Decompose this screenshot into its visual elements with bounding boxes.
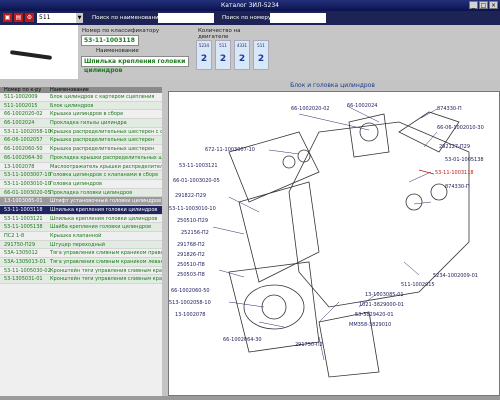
model-qty-card: 511 2 [253, 40, 269, 70]
callout-label[interactable]: 511-1002015 [401, 282, 435, 288]
list-item[interactable]: 511-1002015 Блок цилиндров [0, 101, 162, 111]
list-item[interactable]: 66-1002060-50 Крышка распределительных ше… [0, 145, 162, 154]
list-item[interactable]: 66-01-1003020-05 Прокладка головки цилинд… [0, 188, 162, 198]
list-item[interactable]: 53-11-1003010-10 Головка цилиндров [0, 180, 162, 189]
list-item-selected[interactable]: 53-11-1003118 Шпилька крепления головки ц… [0, 205, 162, 215]
callout-label[interactable]: 250510-П8 [177, 262, 205, 268]
callout-label[interactable]: 874330-П [437, 106, 462, 112]
callout-label[interactable]: 5234-1002009-01 [433, 273, 478, 279]
parts-list: 511-1002009 Блок цилиндров с картером сце… [0, 93, 162, 396]
list-item[interactable]: 66-06-1002057 Крышка распределительных ше… [0, 136, 162, 146]
list-item[interactable]: 53-11-1003007-10 Головка цилиндров с клап… [0, 171, 162, 180]
model-qty-card: 5234 2 [196, 40, 212, 70]
window-title: Каталог ЗИЛ-5234 [221, 2, 279, 9]
callout-label[interactable]: 250503-П8 [177, 272, 205, 278]
list-item[interactable]: ПС2 1-8 Крышка клапанной [0, 232, 162, 241]
app-window: Каталог ЗИЛ-5234 _ □ × ▣ ▤ ⚙ 511 ▼ Поиск… [0, 0, 500, 400]
status-bar [0, 396, 500, 400]
callout-label[interactable]: 291750-П2 [295, 342, 323, 348]
list-item[interactable]: 13-1003085-01 Штифт установочный головки … [0, 197, 162, 206]
maximize-button[interactable]: □ [479, 1, 488, 9]
callout-label[interactable]: 53-11-1003121 [179, 163, 218, 169]
part-info-panel: Номер по классификатору 53-11-1003118 На… [78, 25, 500, 79]
callout-label[interactable]: 66-1002024 [347, 103, 377, 109]
callout-label[interactable]: 66-06-1002010-30 [437, 125, 484, 131]
callout-label[interactable]: 53-3829420-01 [355, 312, 394, 318]
callout-label[interactable]: 252156-П2 [181, 230, 209, 236]
callout-label[interactable]: 66-1002060-50 [171, 288, 210, 294]
search-name-input[interactable] [158, 13, 214, 23]
callout-label[interactable]: 66-1002020-02 [291, 106, 330, 112]
diagram-title: Блок и головка цилиндров [290, 82, 375, 89]
list-item[interactable]: 53-11-1005138 Шайба крепления головки цил… [0, 223, 162, 232]
catalog-number-field: 53-11-1003118 [81, 35, 139, 46]
callout-label[interactable]: 13-1003085-01 [365, 292, 404, 298]
list-item[interactable]: 511-1002009 Блок цилиндров с картером сце… [0, 93, 162, 102]
callout-label[interactable]: 66-1002064-30 [223, 337, 262, 343]
list-item[interactable]: 53-11-1002058-10 Крышка распределительных… [0, 128, 162, 137]
callout-label[interactable]: 292127-П29 [439, 144, 470, 150]
callout-label[interactable]: ММ358-3829010 [349, 322, 391, 328]
exploded-diagram: 66-1002020-02 66-1002024 874330-П 672-11… [168, 91, 500, 396]
search-name-label: Поиск по наименованию [92, 15, 164, 21]
callout-label[interactable]: 13-1002078 [175, 312, 205, 318]
callout-label[interactable]: 291822-П29 [175, 193, 206, 199]
part-name-field: Шпилька крепления головки цилиндров [81, 56, 189, 74]
bolt-picture [9, 50, 53, 60]
title-bar: Каталог ЗИЛ-5234 _ □ × [0, 0, 500, 11]
list-item[interactable]: 53-1305031-01 Кронштейн тяги управления с… [0, 275, 162, 285]
model-qty-card: 4331 2 [234, 40, 250, 70]
close-button[interactable]: × [489, 1, 498, 9]
toolbar: ▣ ▤ ⚙ 511 ▼ Поиск по наименованию Поиск … [0, 11, 500, 25]
callout-label[interactable]: 874330-П [445, 184, 470, 190]
settings-icon[interactable]: ⚙ [25, 13, 34, 22]
callout-label[interactable]: 672-11-1003007-10 [205, 147, 255, 153]
callout-label[interactable]: 250510-П29 [177, 218, 208, 224]
callout-label[interactable]: 513-1002058-10 [169, 300, 211, 306]
list-item[interactable]: 53А-1305013-01 Тяга управления сливным кр… [0, 258, 162, 267]
list-item[interactable]: 53-11-1005030-02 Кронштейн тяги управлени… [0, 267, 162, 276]
search-number-input[interactable] [270, 13, 326, 23]
highlight-marker [418, 169, 435, 175]
list-item[interactable]: 66-1002064-30 Прокладка крышки распредели… [0, 153, 162, 163]
model-qty-card: 511 2 [215, 40, 231, 70]
callout-label[interactable]: 1021-3829000-01 [359, 302, 404, 308]
engine-block-outline [228, 111, 470, 378]
callout-label[interactable]: 53-11-1003010-10 [169, 206, 216, 212]
minimize-button[interactable]: _ [469, 1, 478, 9]
engine-drawing [212, 105, 470, 378]
callout-label[interactable]: 291768-П2 [177, 242, 205, 248]
list-item[interactable]: 66-1002024 Прокладка гильзы цилиндра [0, 119, 162, 128]
list-item[interactable]: 13-1002078 Маслоотражатель крышки распред… [0, 163, 162, 172]
chevron-down-icon[interactable]: ▼ [76, 13, 83, 23]
print-icon[interactable]: ▤ [14, 13, 23, 22]
name-label: Наименование [96, 48, 139, 54]
list-item[interactable]: 66-1002020-02 Крышка цилиндров в сборе [0, 110, 162, 120]
open-catalog-icon[interactable]: ▣ [3, 13, 12, 22]
search-number-label: Поиск по номеру [222, 15, 272, 21]
callout-label[interactable]: 291826-П2 [177, 252, 205, 258]
model-select-value: 511 [39, 14, 51, 21]
part-image [0, 25, 78, 79]
callout-label[interactable]: 53-01-1005138 [445, 157, 484, 163]
callout-label[interactable]: 66-01-1003020-05 [173, 178, 220, 184]
qty-label: Количество на двигателе [198, 28, 241, 40]
window-controls: _ □ × [469, 1, 498, 9]
model-select[interactable]: 511 ▼ [37, 13, 83, 23]
list-item[interactable]: 291750-П29 Штуцер переходный [0, 240, 162, 250]
catalog-number-label: Номер по классификатору [82, 28, 160, 34]
list-item[interactable]: 53А-1305012 Тяга управления сливным крани… [0, 249, 162, 259]
list-item[interactable]: 53-11-1003121 Шпилька крепления головки ц… [0, 215, 162, 224]
callout-label-highlighted[interactable]: 53-11-1003118 [435, 170, 474, 176]
